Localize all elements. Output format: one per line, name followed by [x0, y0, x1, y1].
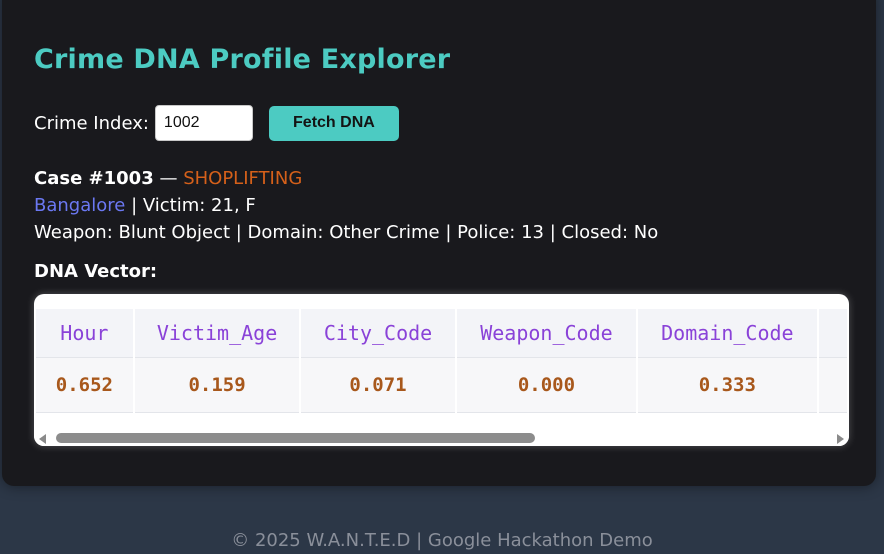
- page-title: Crime DNA Profile Explorer: [34, 44, 451, 75]
- value-city-code: 0.071: [301, 358, 455, 413]
- victim-info: | Victim: 21, F: [131, 195, 256, 216]
- fetch-dna-button[interactable]: Fetch DNA: [268, 105, 399, 141]
- case-separator: —: [153, 168, 184, 189]
- column-header-overflow: [818, 309, 847, 358]
- value-hour: 0.652: [36, 358, 133, 413]
- crime-index-form: Crime Index: Fetch DNA: [34, 105, 399, 141]
- value-domain-code: 0.333: [638, 358, 817, 413]
- crime-type: SHOPLIFTING: [183, 168, 303, 189]
- crime-index-label: Crime Index:: [34, 112, 149, 134]
- dna-vector-table: Hour Victim_Age City_Code Weapon_Code Do…: [34, 309, 849, 413]
- dna-table-container[interactable]: Hour Victim_Age City_Code Weapon_Code Do…: [34, 294, 849, 446]
- table-row: 0.652 0.159 0.071 0.000 0.333: [36, 358, 847, 413]
- location-victim-line: Bangalore | Victim: 21, F: [34, 195, 256, 216]
- horizontal-scrollbar[interactable]: [34, 429, 849, 446]
- scrollbar-thumb[interactable]: [56, 433, 535, 443]
- dna-vector-title: DNA Vector:: [34, 261, 158, 282]
- page-footer: © 2025 W.A.N.T.E.D | Google Hackathon De…: [231, 530, 653, 551]
- explorer-card: Crime DNA Profile Explorer Crime Index: …: [2, 0, 876, 486]
- value-victim-age: 0.159: [134, 358, 300, 413]
- case-number: Case #1003: [34, 168, 154, 189]
- column-header-weapon-code: Weapon_Code: [456, 309, 637, 358]
- column-header-hour: Hour: [36, 309, 133, 358]
- column-header-city-code: City_Code: [301, 309, 455, 358]
- scroll-right-arrow-icon[interactable]: [837, 434, 844, 444]
- column-header-domain-code: Domain_Code: [638, 309, 817, 358]
- value-weapon-code: 0.000: [456, 358, 637, 413]
- city-link[interactable]: Bangalore: [34, 195, 125, 216]
- value-overflow: [818, 358, 847, 413]
- case-details-line: Weapon: Blunt Object | Domain: Other Cri…: [34, 222, 659, 243]
- table-header-row: Hour Victim_Age City_Code Weapon_Code Do…: [36, 309, 847, 358]
- case-header-line: Case #1003 — SHOPLIFTING: [34, 168, 302, 189]
- column-header-victim-age: Victim_Age: [134, 309, 300, 358]
- scroll-left-arrow-icon[interactable]: [39, 434, 46, 444]
- crime-index-input[interactable]: [154, 105, 253, 141]
